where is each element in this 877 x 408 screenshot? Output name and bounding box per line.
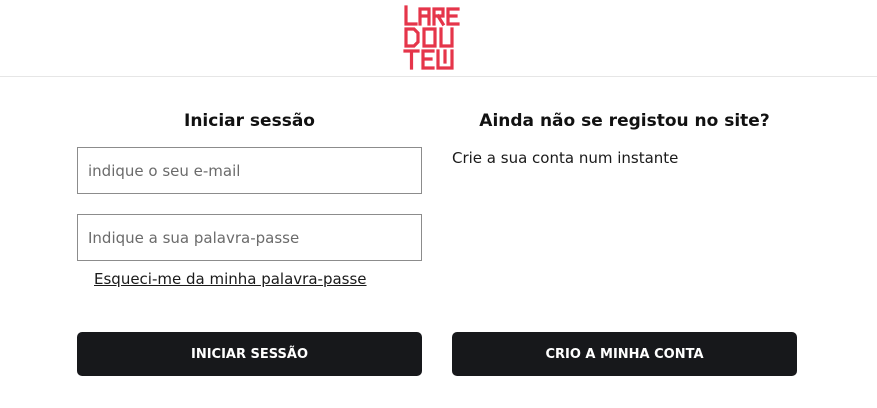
password-field[interactable] — [77, 214, 422, 261]
login-title: Iniciar sessão — [184, 111, 315, 131]
login-button[interactable]: INICIAR SESSÃO — [77, 332, 422, 376]
register-description: Crie a sua conta num instante — [452, 149, 679, 167]
laredoute-logo[interactable] — [402, 4, 470, 72]
forgot-password-link[interactable]: Esqueci-me da minha palavra-passe — [94, 270, 367, 288]
password-input[interactable] — [78, 215, 421, 260]
email-input[interactable] — [78, 148, 421, 193]
register-title: Ainda não se registou no site? — [479, 111, 770, 131]
email-field[interactable] — [77, 147, 422, 194]
create-account-button[interactable]: CRIO A MINHA CONTA — [452, 332, 797, 376]
site-header — [0, 0, 877, 77]
